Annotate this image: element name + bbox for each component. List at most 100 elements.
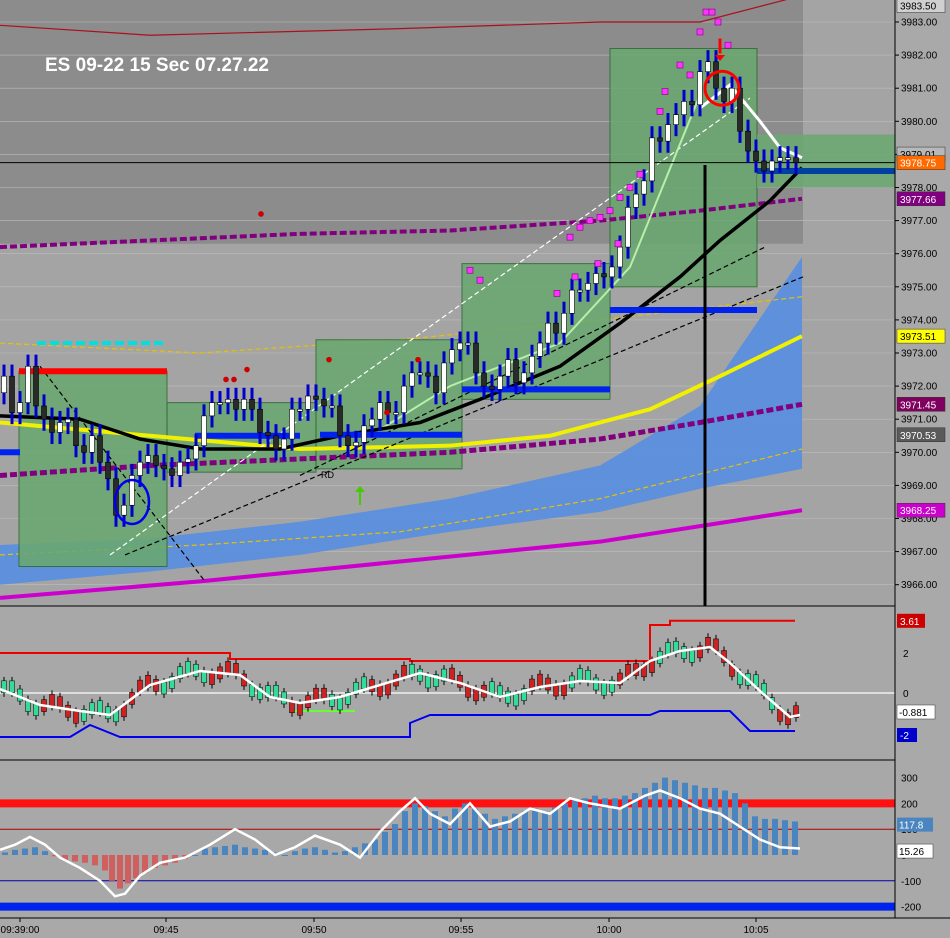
histogram-bar — [522, 811, 528, 855]
candle — [577, 289, 583, 293]
osc-candle — [337, 697, 343, 711]
osc-candle — [425, 675, 431, 689]
candle — [9, 375, 15, 413]
histogram-bar — [582, 798, 588, 855]
y-tick-label: 3983.00 — [901, 18, 938, 29]
candle — [57, 422, 63, 433]
osc-candle — [105, 706, 111, 720]
histogram-bar — [212, 847, 218, 855]
signal-square — [616, 194, 624, 201]
price-tag-label: 3971.45 — [900, 400, 937, 411]
histogram-bar — [82, 855, 88, 863]
histogram-bar — [12, 849, 18, 855]
candle — [529, 356, 535, 374]
osc-candle — [513, 693, 519, 707]
candle — [193, 445, 199, 460]
red-dot — [244, 366, 250, 373]
histogram-bar — [702, 787, 708, 855]
candle — [449, 349, 455, 364]
candle — [673, 114, 679, 125]
signal-square — [614, 240, 622, 248]
chart-svg: 3966.003967.003968.003969.003970.003971.… — [0, 0, 950, 938]
osc-candle — [689, 650, 695, 663]
candle — [41, 405, 47, 420]
candle — [465, 342, 471, 346]
histogram-bar — [472, 808, 478, 855]
y-tick-label: 3977.00 — [901, 216, 938, 227]
osc-candle — [297, 703, 303, 716]
histogram-bar — [72, 855, 78, 862]
osc-candle — [281, 691, 287, 705]
time-axis-background — [0, 918, 950, 938]
candle — [441, 362, 447, 394]
osc-candle — [33, 703, 39, 717]
candle — [489, 385, 495, 390]
candle — [265, 432, 271, 437]
red-dot — [326, 356, 332, 363]
signal-square — [596, 213, 604, 221]
osc-candle — [577, 668, 583, 681]
histogram-bar — [402, 811, 408, 855]
osc-candle — [401, 665, 407, 678]
histogram-bar — [312, 847, 318, 855]
candle — [337, 405, 343, 437]
signal-square — [702, 8, 710, 16]
osc-tag-label: -0.881 — [899, 708, 928, 719]
candle — [177, 461, 183, 476]
histogram-bar — [552, 807, 558, 855]
osc-candle — [153, 679, 159, 692]
candle — [521, 372, 527, 384]
candle — [665, 124, 671, 142]
signal-square — [696, 28, 704, 36]
candle — [33, 365, 39, 407]
candle — [569, 289, 575, 314]
candle — [1, 375, 7, 394]
osc-candle — [225, 661, 231, 674]
osc-candle — [417, 668, 423, 682]
chart-root: 3966.00 3967.00 3968.00 3969.00 3970.00 3971.… — [0, 0, 950, 938]
histogram-bar — [712, 787, 718, 855]
candle — [185, 458, 191, 463]
candle — [297, 408, 303, 412]
candle — [425, 372, 431, 377]
histogram-bar — [92, 855, 98, 866]
candle — [249, 399, 255, 410]
histogram-bar — [102, 855, 108, 871]
y-tick-label: 3981.00 — [901, 84, 938, 95]
osc-tag-label: 3.61 — [900, 617, 920, 628]
histogram-bar — [692, 785, 698, 855]
candle — [233, 399, 239, 410]
y-tick-label: 3982.00 — [901, 51, 938, 62]
signal-square — [714, 18, 722, 26]
candle — [241, 399, 247, 410]
candle — [257, 408, 263, 433]
y-tick-label: 3973.00 — [901, 349, 938, 360]
histogram-bar — [192, 855, 198, 856]
candle — [217, 402, 223, 405]
x-tick-label: 09:45 — [153, 925, 178, 936]
signal-square — [571, 273, 579, 281]
osc-candle — [665, 642, 671, 655]
price-tag-label: 3970.53 — [900, 431, 937, 442]
y-tick-label: 3970.00 — [901, 448, 938, 459]
signal-square — [686, 71, 694, 79]
histogram-bar — [252, 848, 258, 855]
signal-square — [656, 108, 664, 115]
histogram-bar — [422, 805, 428, 855]
candle — [785, 157, 791, 161]
osc-candle — [473, 688, 479, 702]
osc-candle — [209, 672, 215, 685]
histogram-bar — [133, 855, 139, 879]
candle — [81, 445, 87, 453]
candle — [345, 435, 351, 446]
histogram-bar — [382, 831, 388, 855]
osc-candle — [73, 711, 79, 724]
histogram-bar — [542, 811, 548, 855]
osc-candle — [9, 680, 15, 694]
candle — [161, 465, 167, 470]
osc-tag-label: -2 — [900, 731, 909, 742]
histogram-bar — [292, 851, 298, 855]
candle — [433, 375, 439, 394]
osc-candle — [561, 683, 567, 696]
candle — [105, 461, 111, 480]
